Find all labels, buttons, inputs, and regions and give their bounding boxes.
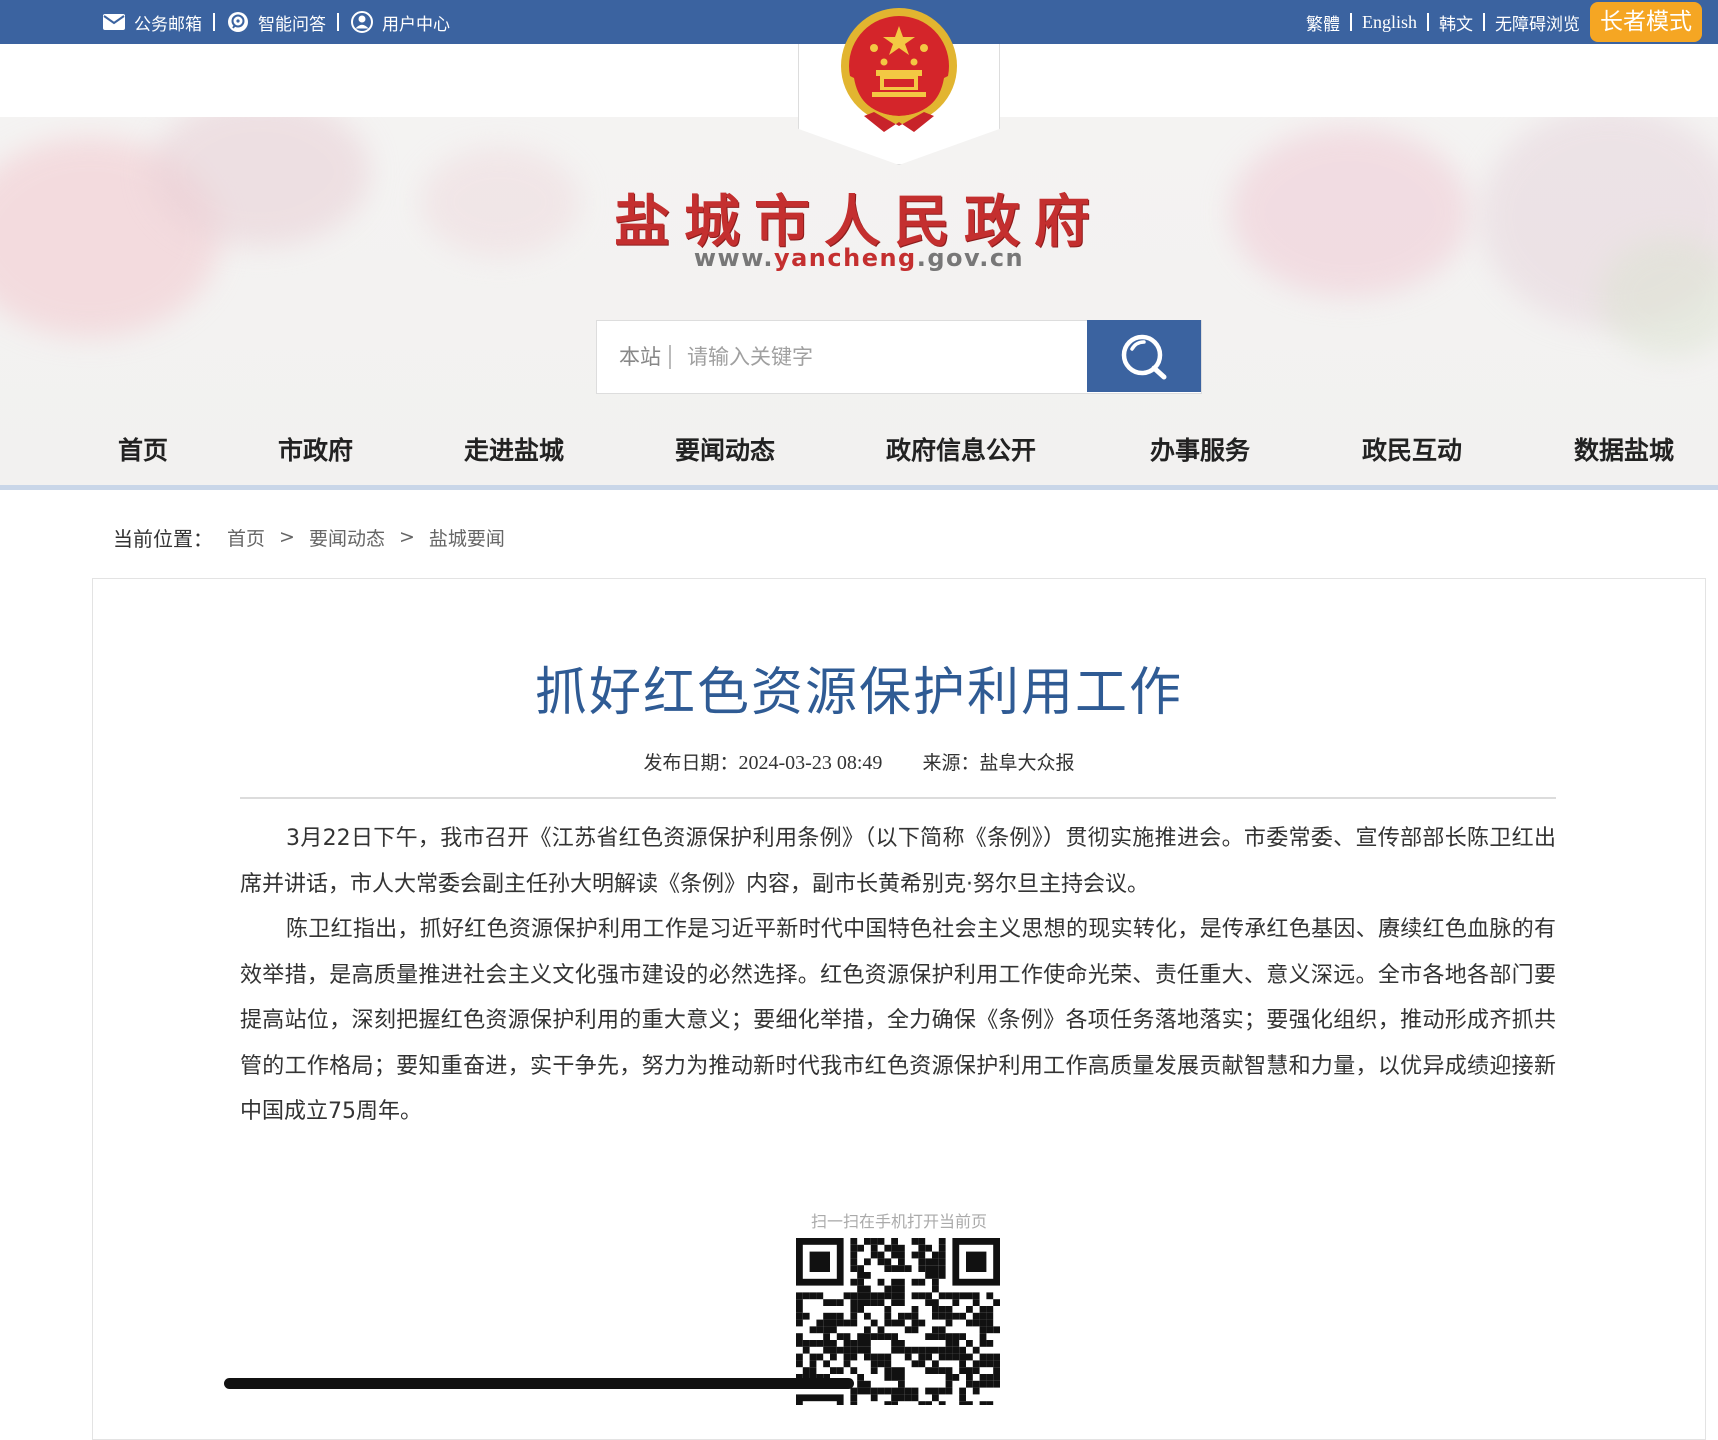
nav-item-gov-info[interactable]: 政府信息公开 [886, 418, 1036, 484]
qa-link-label: 智能问答 [258, 14, 326, 35]
breadcrumb-separator: > [398, 526, 415, 548]
article-meta: 发布日期：2024-03-23 08:49 来源：盐阜大众报 [0, 748, 1718, 775]
breadcrumb-separator: > [279, 526, 295, 548]
main-nav: 首页 市政府 走进盐城 要闻动态 政府信息公开 办事服务 政民互动 数据盐城 [0, 418, 1718, 484]
nav-item-about-yancheng[interactable]: 走进盐城 [464, 418, 564, 484]
separator [337, 13, 339, 31]
mail-icon [103, 14, 125, 30]
nav-item-city-government[interactable]: 市政府 [278, 418, 353, 484]
search-input[interactable] [685, 336, 1069, 378]
mail-link[interactable]: 公务邮箱 [102, 10, 202, 35]
publish-date-label: 发布日期： [643, 752, 739, 774]
article-paragraph: 陈卫红指出，抓好红色资源保护利用工作是习近平新时代中国特色社会主义思想的现实转化… [240, 917, 1556, 1124]
breadcrumb-yancheng-news[interactable]: 盐城要闻 [429, 524, 505, 551]
separator [1427, 13, 1429, 31]
separator [1349, 13, 1352, 31]
nav-item-services[interactable]: 办事服务 [1150, 418, 1250, 484]
article-title: 抓好红色资源保护利用工作 [534, 663, 1183, 723]
qa-link[interactable]: 智能问答 [226, 10, 326, 35]
site-url-prefix: www. [693, 244, 774, 272]
nav-item-news[interactable]: 要闻动态 [675, 418, 775, 484]
publish-date: 2024-03-23 08:49 [738, 752, 883, 774]
national-emblem-icon[interactable] [834, 4, 964, 138]
breadcrumb-news[interactable]: 要闻动态 [309, 524, 385, 551]
qr-caption: 扫一扫在手机打开当前页 [810, 1212, 987, 1231]
search-icon [1121, 334, 1167, 380]
nav-item-home[interactable]: 首页 [118, 418, 168, 484]
mail-link-label: 公务邮箱 [134, 14, 202, 35]
site-url: www.yancheng.gov.cn [0, 244, 1718, 272]
site-url-highlight: yancheng [773, 244, 917, 272]
user-icon [351, 11, 373, 33]
breadcrumb-label: 当前位置： [113, 526, 213, 551]
home-indicator [224, 1378, 854, 1389]
elder-mode-button[interactable]: 长者模式 [1590, 2, 1702, 42]
separator [1483, 13, 1485, 31]
source-label: 来源： [922, 752, 980, 774]
korean-link[interactable]: 韩文 [1439, 10, 1473, 35]
top-right-links: 繁體 English 韩文 无障碍浏览 长者模式 [1306, 0, 1702, 44]
breadcrumb: 当前位置： 首页 > 要闻动态 > 盐城要闻 [113, 522, 505, 552]
search-scope[interactable]: 本站 [597, 345, 671, 369]
english-link[interactable]: English [1362, 12, 1417, 33]
article-body: 3月22日下午，我市召开《江苏省红色资源保护利用条例》（以下简称《条例》）贯彻实… [240, 816, 1556, 1135]
chat-icon [228, 12, 248, 32]
nav-item-interaction[interactable]: 政民互动 [1362, 418, 1462, 484]
top-left-links: 公务邮箱 智能问答 用户中心 [102, 0, 450, 44]
nav-item-data-yancheng[interactable]: 数据盐城 [1574, 418, 1674, 484]
accessible-browse-link[interactable]: 无障碍浏览 [1495, 10, 1580, 35]
user-center-link[interactable]: 用户中心 [350, 10, 450, 35]
article-paragraph: 3月22日下午，我市召开《江苏省红色资源保护利用条例》（以下简称《条例》）贯彻实… [240, 826, 1556, 897]
user-center-label: 用户中心 [382, 14, 450, 35]
site-url-suffix: .gov.cn [916, 244, 1025, 272]
separator [213, 13, 215, 31]
nav-underline [0, 485, 1718, 490]
search-button[interactable] [1087, 320, 1201, 392]
traditional-chinese-link[interactable]: 繁體 [1306, 10, 1340, 35]
source-value: 盐阜大众报 [979, 752, 1075, 774]
breadcrumb-home[interactable]: 首页 [227, 524, 265, 551]
title-divider [240, 797, 1556, 799]
